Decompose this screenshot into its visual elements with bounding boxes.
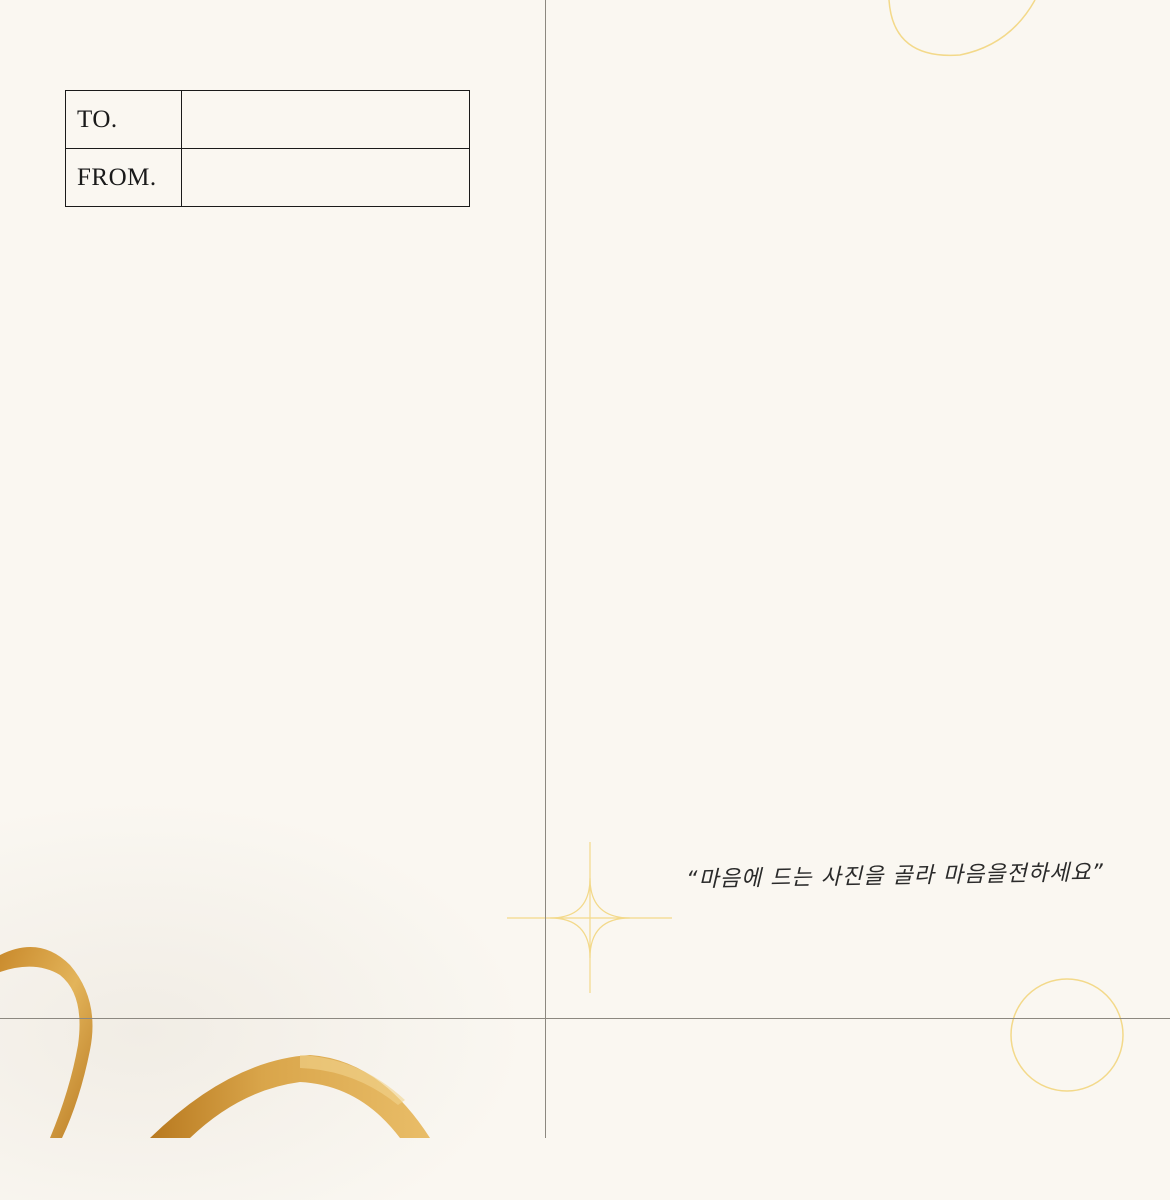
vertical-fold-line [545, 0, 546, 1138]
greeting-card: TO. FROM. “마음에 드는 사진을 골라 마음을전하세요” [0, 0, 1170, 1200]
gold-ribbon [0, 947, 430, 1138]
gold-arc-outline [888, 0, 1036, 57]
decorations-layer [0, 0, 1124, 1138]
horizontal-fold-line [0, 1018, 1170, 1019]
sparkle-star-icon [507, 842, 672, 993]
gold-circle-outline [1010, 978, 1124, 1092]
